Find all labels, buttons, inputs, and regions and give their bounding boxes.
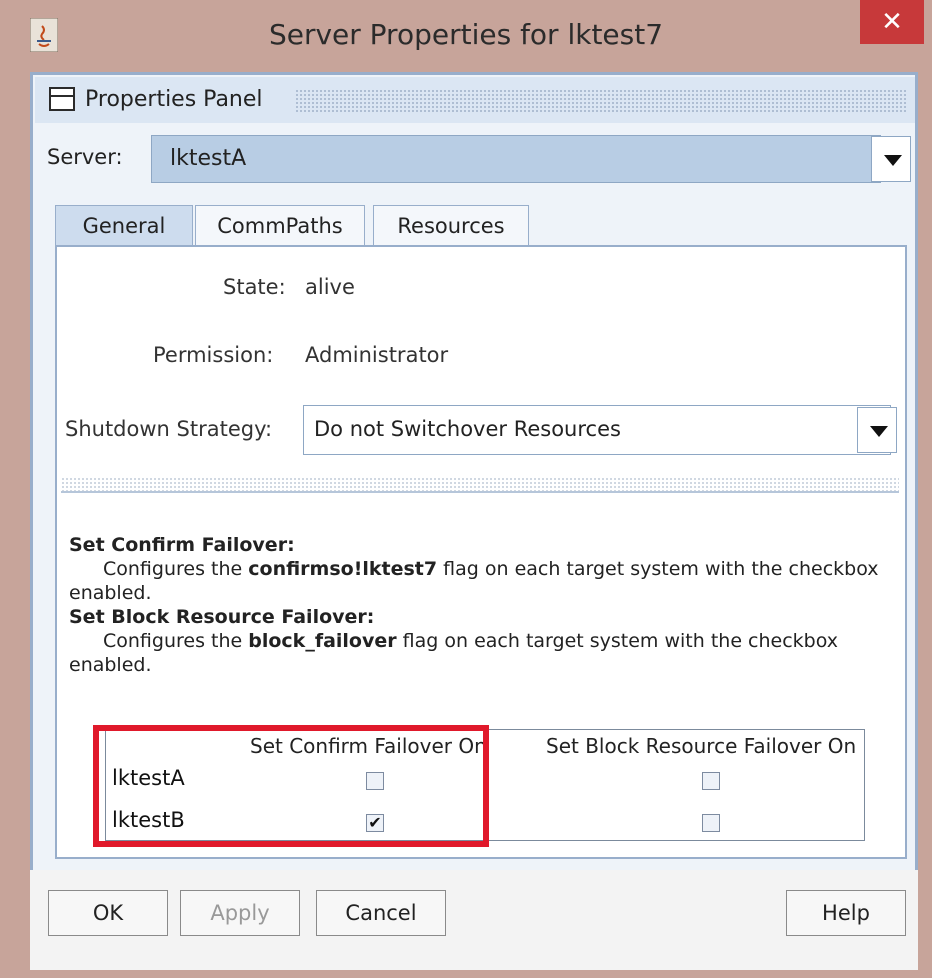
help-button[interactable]: Help [786, 890, 906, 936]
shutdown-dropdown-arrow-icon[interactable] [857, 407, 897, 453]
checkbox-block-lktestb[interactable] [702, 814, 720, 832]
split-divider[interactable] [61, 477, 899, 493]
close-button[interactable]: ✕ [860, 0, 924, 44]
checkbox-block-lktesta[interactable] [702, 772, 720, 790]
permission-label: Permission: [153, 343, 274, 367]
block-text-pre: Configures the [103, 630, 249, 652]
tab-bar: General CommPaths Resources [55, 205, 915, 247]
server-label: Server: [47, 145, 123, 169]
state-value: alive [305, 275, 355, 299]
server-dropdown-arrow-icon[interactable] [871, 136, 911, 182]
button-bar: OK Apply Cancel Help [30, 870, 918, 970]
properties-panel-title: Properties Panel [85, 87, 263, 112]
server-value: lktestA [170, 146, 247, 171]
window-title: Server Properties for lktest7 [268, 18, 664, 51]
confirm-failover-heading: Set Confirm Failover: [69, 534, 295, 556]
shutdown-strategy-value: Do not Switchover Resources [314, 417, 621, 441]
confirm-flag-name: confirmso!lktest7 [248, 558, 438, 580]
block-failover-heading: Set Block Resource Failover: [69, 606, 375, 628]
server-row: Server: lktestA [47, 135, 913, 183]
title-bar[interactable]: Server Properties for lktest7 [8, 0, 924, 72]
ok-button[interactable]: OK [48, 890, 168, 936]
properties-panel-header: Properties Panel [35, 77, 915, 123]
confirm-text-pre: Configures the [103, 558, 249, 580]
shutdown-strategy-select[interactable]: Do not Switchover Resources [303, 405, 891, 455]
confirm-failover-text: Configures the confirmso!lktest7 flag on… [69, 557, 889, 605]
block-failover-text: Configures the block_failover flag on ea… [69, 629, 889, 677]
cancel-button[interactable]: Cancel [316, 890, 446, 936]
server-properties-window: Server Properties for lktest7 ✕ Properti… [0, 0, 932, 978]
general-tab-panel: State: alive Permission: Administrator S… [55, 245, 907, 859]
tab-general[interactable]: General [55, 205, 193, 247]
permission-value: Administrator [305, 343, 449, 367]
close-icon: ✕ [881, 7, 903, 37]
block-flag-name: block_failover [248, 630, 397, 652]
col-block-header: Set Block Resource Failover On [546, 734, 857, 758]
shutdown-strategy-label: Shutdown Strategy: [65, 417, 273, 441]
apply-button[interactable]: Apply [180, 890, 300, 936]
server-select[interactable]: lktestA [151, 135, 881, 183]
state-label: State: [223, 275, 286, 299]
failover-description: Set Confirm Failover: Configures the con… [69, 533, 889, 677]
tab-commpaths[interactable]: CommPaths [195, 205, 365, 245]
window-icon [49, 87, 75, 111]
highlight-box [93, 725, 489, 847]
tab-resources[interactable]: Resources [373, 205, 529, 245]
properties-panel: Properties Panel Server: lktestA General… [30, 72, 918, 948]
header-grip [295, 89, 907, 113]
